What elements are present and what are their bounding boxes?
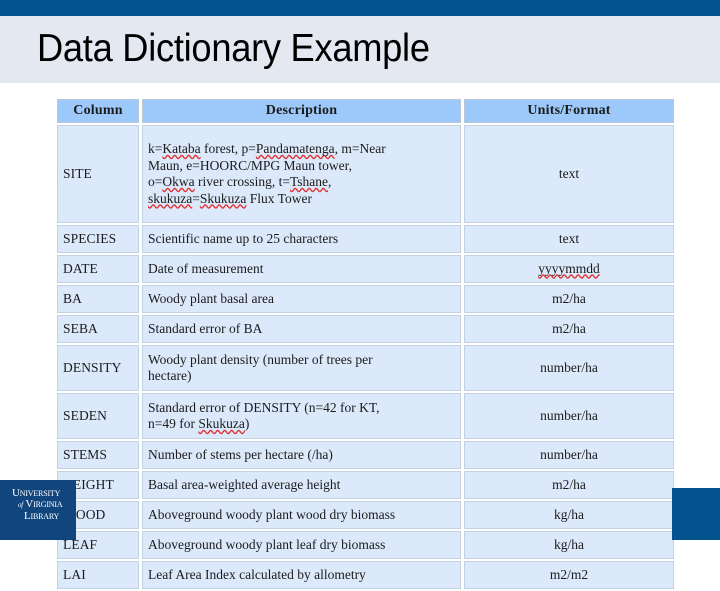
cell-column-name: DENSITY <box>57 345 139 391</box>
cell-units-format: m2/ha <box>464 285 674 313</box>
spellcheck-underlined-word: Kataba <box>162 141 201 156</box>
page-title: Data Dictionary Example <box>37 27 430 70</box>
spellcheck-underlined-word: Okwa <box>162 174 195 189</box>
cell-units-format: text <box>464 125 674 223</box>
table-row: SPECIES Scientific name up to 25 characte… <box>57 225 674 253</box>
spellcheck-underlined-word: Tshane <box>290 174 329 189</box>
spellcheck-underlined-word: skukuza <box>148 190 193 206</box>
cell-description: Aboveground woody plant wood dry biomass <box>142 501 461 529</box>
table-row: WOOD Aboveground woody plant wood dry bio… <box>57 501 674 529</box>
cell-units-format: kg/ha <box>464 531 674 559</box>
cell-column-name: BA <box>57 285 139 313</box>
table-row: LAI Leaf Area Index calculated by allomet… <box>57 561 674 589</box>
data-dictionary-table: Column Description Units/Format SITE k=Ka… <box>54 97 677 591</box>
spellcheck-underlined-word: Skukuza <box>198 416 245 431</box>
table-row: BA Woody plant basal area m2/ha <box>57 285 674 313</box>
cell-column-name: SPECIES <box>57 225 139 253</box>
cell-column-name: SITE <box>57 125 139 223</box>
cell-description: Leaf Area Index calculated by allometry <box>142 561 461 589</box>
logo-wordmark: UNIVERSITY of VIRGINIA LIBRARY <box>12 488 76 522</box>
data-dictionary-body: SITE k=Kataba forest, p=Pandamatenga, m=N… <box>57 125 674 589</box>
table-row: SEBA Standard error of BA m2/ha <box>57 315 674 343</box>
slide-top-accent-bar <box>0 0 720 16</box>
column-header-units: Units/Format <box>464 99 674 123</box>
table-row: SITE k=Kataba forest, p=Pandamatenga, m=N… <box>57 125 674 223</box>
uva-library-logo: UNIVERSITY of VIRGINIA LIBRARY <box>0 480 76 540</box>
cell-description: Basal area-weighted average height <box>142 471 461 499</box>
slide-corner-accent-block <box>672 488 720 540</box>
cell-description: Woody plant basal area <box>142 285 461 313</box>
cell-units-format: text <box>464 225 674 253</box>
cell-column-name: SEBA <box>57 315 139 343</box>
spellcheck-underlined-word: Skukuza <box>199 190 247 206</box>
cell-description: Standard error of DENSITY (n=42 for KT, n… <box>142 393 461 439</box>
spellcheck-underlined-word: Pandamatenga <box>255 141 335 156</box>
cell-description: Date of measurement <box>142 255 461 283</box>
cell-description: Scientific name up to 25 characters <box>142 225 461 253</box>
table-row: DENSITY Woody plant density (number of tr… <box>57 345 674 391</box>
cell-units-format: number/ha <box>464 345 674 391</box>
table-header-row: Column Description Units/Format <box>57 99 674 123</box>
cell-column-name: LAI <box>57 561 139 589</box>
cell-units-format: m2/ha <box>464 315 674 343</box>
cell-description: Aboveground woody plant leaf dry biomass <box>142 531 461 559</box>
cell-units-format: m2/ha <box>464 471 674 499</box>
logo-line-university: UNIVERSITY <box>12 487 61 499</box>
cell-description: Woody plant density (number of trees per… <box>142 345 461 391</box>
table-row: DATE Date of measurement yyyymmdd <box>57 255 674 283</box>
cell-units-format: yyyymmdd <box>464 255 674 283</box>
table-row: SEDEN Standard error of DENSITY (n=42 for… <box>57 393 674 439</box>
cell-column-name: STEMS <box>57 441 139 469</box>
cell-units-format: kg/ha <box>464 501 674 529</box>
column-header-description: Description <box>142 99 461 123</box>
logo-line-library: LIBRARY <box>24 510 60 522</box>
cell-units-format: number/ha <box>464 393 674 439</box>
cell-units-format: number/ha <box>464 441 674 469</box>
cell-units-format: m2/m2 <box>464 561 674 589</box>
cell-description: k=Kataba forest, p=Pandamatenga, m=Near M… <box>142 125 461 223</box>
cell-description: Number of stems per hectare (/ha) <box>142 441 461 469</box>
cell-column-name: DATE <box>57 255 139 283</box>
table-row: LEAF Aboveground woody plant leaf dry bio… <box>57 531 674 559</box>
column-header-column: Column <box>57 99 139 123</box>
spellcheck-underlined-word: yyyymmdd <box>538 260 600 276</box>
cell-description: Standard error of BA <box>142 315 461 343</box>
logo-line-virginia: of VIRGINIA <box>18 498 63 510</box>
cell-column-name: SEDEN <box>57 393 139 439</box>
table-row: HEIGHT Basal area-weighted average height… <box>57 471 674 499</box>
table-row: STEMS Number of stems per hectare (/ha) nu… <box>57 441 674 469</box>
